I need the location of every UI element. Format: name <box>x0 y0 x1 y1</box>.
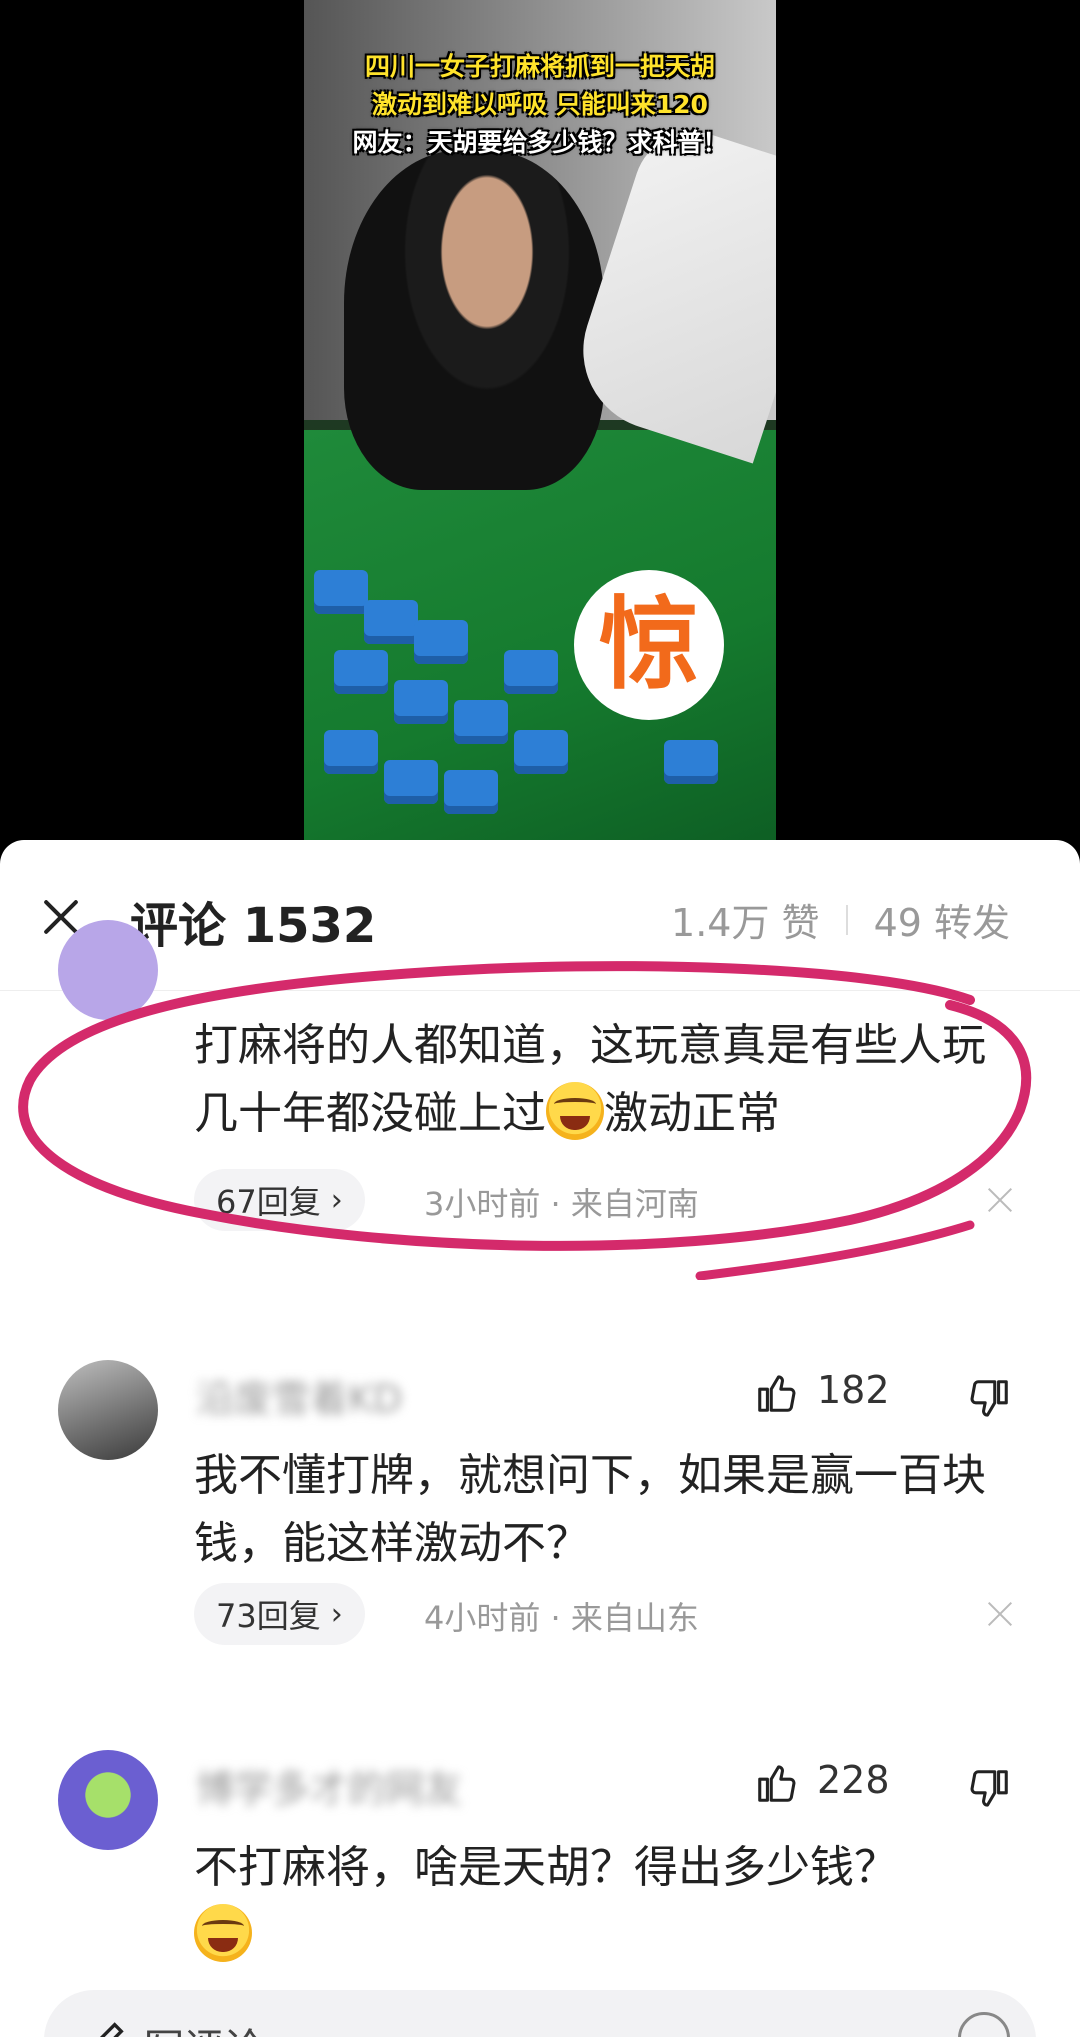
comment-username[interactable]: 沿废雪着KD <box>196 1368 402 1421</box>
chevron-right-icon: › <box>330 1596 343 1632</box>
comment-input-placeholder: 写评论 <box>144 2016 264 2037</box>
comment-item: 博学多才的网友 228 不打麻将，啥是天胡？得出多少钱？ <box>0 1700 1080 1990</box>
comment-text-part: 不打麻将，啥是天胡？得出多少钱？ <box>194 1842 898 1893</box>
mahjong-tile <box>444 770 498 814</box>
share-total[interactable]: 49 转发 <box>874 892 1010 947</box>
mahjong-tile <box>454 700 508 744</box>
comment-meta: 3小时前 · 来自河南 <box>424 1185 699 1223</box>
video-caption-line: 网友：天胡要给多少钱？求科普！ <box>352 128 728 157</box>
comment-input[interactable]: 写评论 <box>44 1990 1036 2037</box>
comment-text[interactable]: 打麻将的人都知道，这玩意真是有些人玩几十年都没碰上过 激动正常 <box>194 1012 1024 1148</box>
thumbs-down-icon[interactable] <box>966 1376 1012 1422</box>
comment-item: 沿废雪着KD 182 我不懂打牌，就想问下，如果是赢一百块钱，能这样激动不？ 7… <box>0 1310 1080 1700</box>
avatar[interactable] <box>58 920 158 1020</box>
divider <box>845 904 848 935</box>
pencil-icon <box>99 2022 124 2037</box>
like-total[interactable]: 1.4万 赞 <box>671 892 820 947</box>
chevron-right-icon: › <box>330 1182 343 1218</box>
video-caption-line: 四川一女子打麻将抓到一把天胡 <box>364 52 715 81</box>
like-count: 228 <box>817 1758 890 1802</box>
video-sticker: 惊 <box>574 570 724 720</box>
comments-title: 评论 1532 <box>130 898 377 954</box>
mahjong-tile <box>394 680 448 724</box>
mahjong-tile <box>414 620 468 664</box>
like-count: 182 <box>817 1368 890 1412</box>
mahjong-tile <box>504 650 558 694</box>
comment-item: 打麻将的人都知道，这玩意真是有些人玩几十年都没碰上过 激动正常 67回复 › 3小… <box>0 920 1080 1320</box>
dismiss-icon[interactable] <box>986 1600 1014 1628</box>
replies-count: 67回复 <box>216 1183 321 1221</box>
video-player[interactable]: 四川一女子打麻将抓到一把天胡 激动到难以呼吸 只能叫来120 网友：天胡要给多少… <box>0 0 1080 840</box>
mahjong-tile <box>334 650 388 694</box>
video-caption-line: 激动到难以呼吸 只能叫来120 <box>372 90 708 119</box>
mahjong-tile <box>664 740 718 784</box>
mahjong-tile <box>514 730 568 774</box>
mahjong-tile <box>314 570 368 614</box>
thumbs-up-icon[interactable] <box>754 1370 800 1416</box>
video-stats: 1.4万 赞 49 转发 <box>671 892 1010 947</box>
comment-username[interactable]: 博学多才的网友 <box>196 1758 462 1811</box>
comment-text[interactable]: 不打麻将，啥是天胡？得出多少钱？ <box>194 1834 1024 1970</box>
mahjong-tile <box>364 600 418 644</box>
emoji-icon[interactable] <box>958 2012 1010 2037</box>
video-person <box>344 150 604 490</box>
mahjong-tile <box>384 760 438 804</box>
comments-header: 评论 1532 1.4万 赞 49 转发 <box>0 840 1080 990</box>
comment-text-part: 激动正常 <box>604 1088 780 1139</box>
comment-meta: 4小时前 · 来自山东 <box>424 1599 699 1637</box>
replies-button[interactable]: 67回复 › <box>194 1169 365 1231</box>
video-caption: 四川一女子打麻将抓到一把天胡 激动到难以呼吸 只能叫来120 网友：天胡要给多少… <box>304 48 776 162</box>
comment-text[interactable]: 我不懂打牌，就想问下，如果是赢一百块钱，能这样激动不？ <box>194 1442 1024 1578</box>
replies-count: 73回复 <box>216 1597 321 1635</box>
replies-button[interactable]: 73回复 › <box>194 1583 365 1645</box>
dismiss-icon[interactable] <box>986 1186 1014 1214</box>
crying-laugh-emoji-icon <box>194 1904 252 1962</box>
thumbs-down-icon[interactable] <box>966 1766 1012 1812</box>
avatar[interactable] <box>58 1750 158 1850</box>
comments-sheet: 评论 1532 1.4万 赞 49 转发 打麻将的人都知道，这玩意真是有些人玩几… <box>0 840 1080 2037</box>
crying-laugh-emoji-icon <box>546 1082 604 1140</box>
avatar[interactable] <box>58 1360 158 1460</box>
video-frame[interactable]: 四川一女子打麻将抓到一把天胡 激动到难以呼吸 只能叫来120 网友：天胡要给多少… <box>304 0 776 840</box>
mahjong-tile <box>324 730 378 774</box>
thumbs-up-icon[interactable] <box>754 1760 800 1806</box>
